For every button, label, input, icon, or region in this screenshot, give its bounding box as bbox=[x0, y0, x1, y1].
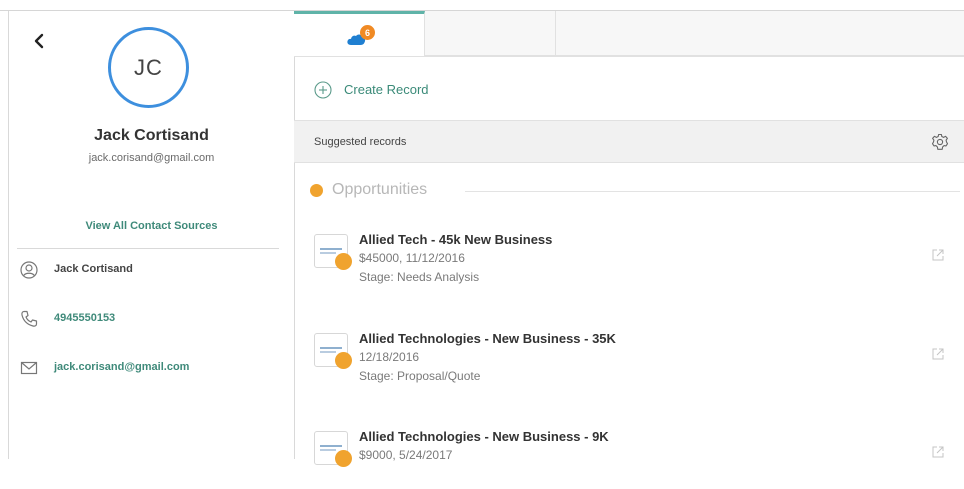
create-record-label: Create Record bbox=[344, 82, 429, 97]
badge-count: 6 bbox=[364, 27, 370, 38]
records-panel: 6 Create Record Suggested records Opport… bbox=[294, 11, 964, 467]
tab-bar: 6 bbox=[294, 11, 964, 57]
gear-icon[interactable] bbox=[931, 133, 949, 151]
external-link-icon[interactable] bbox=[931, 445, 945, 459]
external-link-icon[interactable] bbox=[931, 248, 945, 262]
contact-panel: JC Jack Cortisand jack.corisand@gmail.co… bbox=[8, 11, 295, 459]
app-frame: JC Jack Cortisand jack.corisand@gmail.co… bbox=[0, 0, 964, 467]
opportunities-section-header: Opportunities bbox=[310, 181, 960, 201]
back-arrow-icon[interactable] bbox=[29, 31, 49, 51]
plus-circle-icon bbox=[314, 81, 332, 99]
tab-salesforce[interactable]: 6 bbox=[294, 11, 425, 56]
section-divider bbox=[465, 191, 960, 192]
view-all-sources-link[interactable]: View All Contact Sources bbox=[9, 220, 294, 232]
avatar: JC bbox=[108, 27, 189, 108]
record-amount-date: $9000, 5/24/2017 bbox=[359, 448, 453, 462]
record-amount-date: 12/18/2016 bbox=[359, 350, 420, 364]
detail-email-text[interactable]: jack.corisand@gmail.com bbox=[54, 361, 189, 373]
detail-row-email[interactable]: jack.corisand@gmail.com bbox=[9, 358, 294, 380]
phone-icon bbox=[21, 310, 38, 327]
divider bbox=[17, 248, 279, 249]
notification-badge: 6 bbox=[360, 25, 375, 40]
detail-phone-text[interactable]: 4945550153 bbox=[54, 312, 115, 324]
detail-row-phone[interactable]: 4945550153 bbox=[9, 309, 294, 331]
contact-name: Jack Cortisand bbox=[94, 127, 209, 144]
section-title: Opportunities bbox=[332, 181, 428, 198]
crown-icon bbox=[335, 253, 352, 270]
record-stage: Stage: Proposal/Quote bbox=[359, 369, 481, 383]
suggested-records-header: Suggested records bbox=[294, 120, 964, 163]
list-item[interactable]: Allied Tech - 45k New Business $45000, 1… bbox=[314, 232, 954, 292]
record-stage: Stage: Needs Analysis bbox=[359, 270, 480, 284]
list-item[interactable]: Allied Technologies - New Business - 35K… bbox=[314, 331, 954, 391]
tab-bar-filler bbox=[556, 11, 964, 56]
contact-email: jack.corisand@gmail.com bbox=[88, 152, 215, 164]
person-icon bbox=[20, 261, 38, 279]
external-link-icon[interactable] bbox=[931, 347, 945, 361]
crown-icon bbox=[335, 352, 352, 369]
list-item[interactable]: Allied Technologies - New Business - 9K … bbox=[314, 429, 954, 489]
detail-name-text: Jack Cortisand bbox=[54, 263, 133, 275]
detail-row-name: Jack Cortisand bbox=[9, 260, 294, 282]
mail-icon bbox=[20, 361, 38, 375]
tab-tasks[interactable] bbox=[425, 11, 627, 56]
avatar-initials: JC bbox=[134, 54, 163, 80]
suggested-records-label: Suggested records bbox=[314, 136, 407, 148]
crown-icon bbox=[310, 184, 323, 197]
record-title[interactable]: Allied Technologies - New Business - 35K bbox=[359, 331, 616, 346]
record-amount-date: $45000, 11/12/2016 bbox=[359, 251, 465, 265]
record-title[interactable]: Allied Tech - 45k New Business bbox=[359, 232, 552, 247]
record-title[interactable]: Allied Technologies - New Business - 9K bbox=[359, 429, 609, 444]
